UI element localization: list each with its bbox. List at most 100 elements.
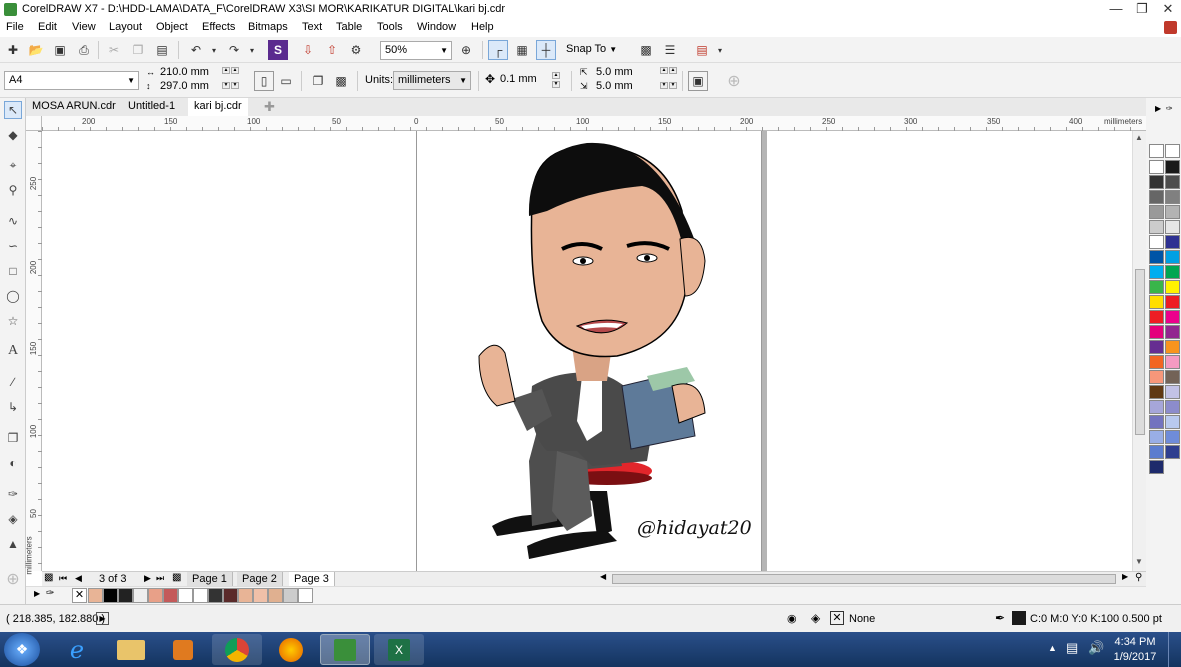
palette-swatch[interactable] [1165, 340, 1180, 354]
snap-to-dropdown[interactable]: Snap To ▼ [566, 43, 617, 55]
clock-time[interactable]: 4:34 PM [1114, 636, 1156, 648]
doc-tab-untitled-1[interactable]: Untitled-1 [122, 98, 181, 116]
last-page-icon[interactable]: ⏭ [156, 573, 164, 584]
scroll-up-icon[interactable]: ▲ [1135, 133, 1143, 142]
network-icon[interactable]: ▤ [1066, 640, 1078, 656]
page-tab-2[interactable]: Page 2 [237, 572, 283, 587]
palette-swatch[interactable] [1165, 235, 1180, 249]
duplicate-x-input[interactable]: 5.0 mm [596, 66, 656, 78]
add-page-icon[interactable]: ▩ [44, 572, 53, 583]
palette-swatch[interactable] [1149, 160, 1164, 174]
menu-table[interactable]: Table [336, 21, 362, 33]
cut-icon[interactable]: ✂ [104, 40, 124, 60]
nudge-distance-input[interactable]: 0.1 mm [500, 73, 550, 85]
print-icon[interactable]: ⎙ [74, 40, 94, 60]
previous-page-icon[interactable]: ◀ [75, 573, 82, 584]
palette-swatch[interactable] [1165, 400, 1180, 414]
document-palette-swatch[interactable] [238, 588, 253, 603]
horizontal-scroll-thumb[interactable] [612, 574, 1116, 584]
doc-tab-kari-bj[interactable]: kari bj.cdr [188, 98, 248, 116]
doc-tab-mosa-arun[interactable]: MOSA ARUN.cdr [26, 98, 122, 116]
close-icon[interactable]: ✕ [1155, 0, 1181, 19]
document-palette-swatch[interactable] [118, 588, 133, 603]
palette-swatch[interactable] [1149, 250, 1164, 264]
chrome-icon[interactable] [212, 634, 262, 665]
polygon-tool-icon[interactable]: ☆ [4, 312, 22, 330]
undo-icon[interactable]: ↶ [186, 40, 206, 60]
parallel-dimension-icon[interactable]: ∕ [4, 373, 22, 391]
zoom-tool-icon[interactable]: ⚲ [4, 181, 22, 199]
palette-swatch[interactable] [1149, 175, 1164, 189]
palette-swatch[interactable] [1165, 160, 1180, 174]
application-launcher-icon[interactable]: ▤ [692, 40, 712, 60]
coreldraw-taskbar-icon[interactable] [320, 634, 370, 665]
no-color-swatch[interactable] [1149, 144, 1164, 158]
first-page-icon[interactable]: ⏮ [59, 573, 67, 584]
palette-swatch[interactable] [1165, 295, 1180, 309]
ellipse-tool-icon[interactable]: ◯ [4, 287, 22, 305]
page-area[interactable]: @hidayat20 [416, 131, 762, 571]
palette-swatch[interactable] [1165, 220, 1180, 234]
show-grid-icon[interactable]: ▦ [512, 40, 532, 60]
palette-swatch[interactable] [1149, 265, 1164, 279]
palette-swatch[interactable] [1165, 175, 1180, 189]
palette-scroll-icon[interactable]: ▶ [1155, 104, 1161, 113]
scroll-down-icon[interactable]: ▼ [1135, 557, 1143, 566]
file-explorer-icon[interactable] [106, 634, 156, 665]
menu-effects[interactable]: Effects [202, 21, 235, 33]
menu-tools[interactable]: Tools [377, 21, 403, 33]
add-more-icon[interactable]: ⊕ [724, 71, 744, 91]
document-palette-swatch[interactable] [283, 588, 298, 603]
shape-tool-icon[interactable]: ◆ [4, 126, 22, 144]
palette-swatch[interactable] [1165, 370, 1180, 384]
palette-swatch[interactable] [1149, 205, 1164, 219]
copy-icon[interactable]: ❐ [128, 40, 148, 60]
dup-x-spin-icon[interactable]: ▲ [669, 67, 677, 74]
smart-fill-icon[interactable]: ▲ [4, 535, 22, 553]
scroll-left-icon[interactable]: ◀ [600, 572, 606, 581]
palette-swatch[interactable] [1149, 295, 1164, 309]
interactive-fill-icon[interactable]: ◈ [4, 510, 22, 528]
crop-tool-icon[interactable]: ⌖ [4, 156, 22, 174]
dup-y-spin-icon[interactable]: ▼ [660, 82, 668, 89]
menu-layout[interactable]: Layout [109, 21, 142, 33]
new-document-icon[interactable]: ✚ [3, 40, 23, 60]
palette-swatch[interactable] [1149, 355, 1164, 369]
vertical-scrollbar[interactable]: ▲ ▼ [1132, 131, 1146, 571]
dup-x-spin-icon[interactable]: ▲ [660, 67, 668, 74]
rectangle-tool-icon[interactable]: □ [4, 262, 22, 280]
new-tab-icon[interactable]: ✚ [258, 98, 281, 116]
show-rulers-icon[interactable]: ┌ [488, 40, 508, 60]
show-guidelines-icon[interactable]: ┼ [536, 40, 556, 60]
document-palette-swatch[interactable] [193, 588, 208, 603]
palette-swatch[interactable] [1165, 385, 1180, 399]
palette-swatch[interactable] [1149, 370, 1164, 384]
internet-explorer-icon[interactable]: e [52, 634, 102, 665]
units-dropdown[interactable]: millimeters ▼ [393, 71, 471, 90]
start-button-icon[interactable]: ❖ [4, 633, 40, 666]
palette-swatch[interactable] [1165, 205, 1180, 219]
all-pages-icon[interactable]: ❐ [308, 71, 328, 91]
export-icon[interactable]: ⇧ [322, 40, 342, 60]
current-page-icon[interactable]: ▩ [331, 71, 351, 91]
vertical-scroll-thumb[interactable] [1135, 269, 1145, 435]
document-palette-swatch[interactable] [268, 588, 283, 603]
nudge-spin-icon[interactable]: ▼ [552, 81, 560, 88]
eyedropper-icon[interactable]: ✑ [4, 485, 22, 503]
redo-icon[interactable]: ↷ [224, 40, 244, 60]
vertical-ruler[interactable]: 250 200 150 100 50 millimeters [25, 131, 42, 575]
palette-swatch[interactable] [1149, 445, 1164, 459]
palette-swatch[interactable] [1149, 385, 1164, 399]
document-palette-swatch[interactable] [148, 588, 163, 603]
restore-icon[interactable]: ❐ [1129, 0, 1155, 19]
excel-icon[interactable]: X [374, 634, 424, 665]
document-palette-swatch[interactable] [178, 588, 193, 603]
search-content-icon[interactable]: S [268, 40, 288, 60]
doc-palette-arrow-icon[interactable]: ▶ [34, 589, 40, 598]
document-palette-swatch[interactable] [253, 588, 268, 603]
show-desktop-button[interactable] [1168, 632, 1181, 667]
clock-date[interactable]: 1/9/2017 [1112, 651, 1158, 663]
paste-icon[interactable]: ▤ [152, 40, 172, 60]
palette-swatch[interactable] [1149, 235, 1164, 249]
add-page-after-icon[interactable]: ▩ [172, 572, 181, 583]
